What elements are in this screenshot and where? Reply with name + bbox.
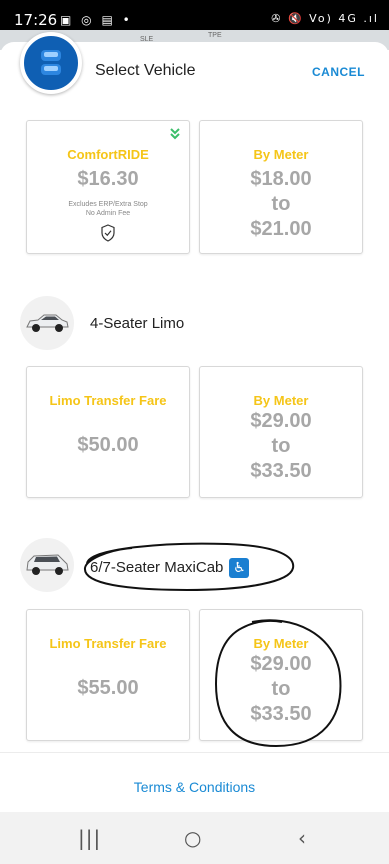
- fare-card-limo-transfer[interactable]: Limo Transfer Fare $55.00: [26, 609, 190, 741]
- map-road-label: TPE: [208, 32, 222, 39]
- fare-card-by-meter[interactable]: By Meter $18.00 to $21.00: [199, 120, 363, 254]
- terms-conditions-link[interactable]: Terms & Conditions: [0, 779, 389, 795]
- vehicle-name-label: 6/7-Seater MaxiCab: [90, 558, 224, 576]
- maxicab-car-icon: [20, 538, 74, 592]
- fare-card-limo-transfer[interactable]: Limo Transfer Fare $50.00: [26, 366, 190, 498]
- page-title: Select Vehicle: [95, 62, 196, 79]
- cancel-button[interactable]: CANCEL: [312, 65, 365, 79]
- notification-icons: ▣ ◎ ▤ •: [60, 13, 133, 27]
- fare-name: By Meter: [253, 393, 309, 408]
- fare-name: Limo Transfer Fare: [49, 636, 167, 651]
- fare-card-comfortride[interactable]: ComfortRIDE $16.30 Excludes ERP/Extra St…: [26, 120, 190, 254]
- fare-price: $16.30: [77, 168, 139, 190]
- fare-name: ComfortRIDE: [67, 147, 149, 162]
- status-time: 17:26: [14, 11, 58, 29]
- fare-price-to: $33.50: [250, 460, 312, 482]
- header: Select Vehicle CANCEL: [0, 32, 389, 106]
- home-icon[interactable]: ○: [184, 826, 201, 850]
- vehicle-name: 4-Seater Limo: [90, 315, 185, 332]
- fare-name: By Meter: [253, 147, 309, 162]
- limo-car-icon: [20, 296, 74, 350]
- fare-price-separator: to: [271, 435, 291, 457]
- fare-price-to: $21.00: [250, 218, 312, 240]
- vehicle-row-4-seater-limo[interactable]: 4-Seater Limo: [20, 296, 380, 352]
- vehicle-options-list[interactable]: ComfortRIDE $16.30 Excludes ERP/Extra St…: [0, 106, 389, 752]
- footer: Terms & Conditions: [0, 752, 389, 813]
- vehicle-row-maxicab[interactable]: 6/7-Seater MaxiCab ♿: [20, 538, 380, 594]
- shield-check-icon: [101, 224, 115, 242]
- fare-name: Limo Transfer Fare: [49, 393, 167, 408]
- fare-price-from: $18.00: [250, 168, 312, 190]
- fare-price-separator: to: [271, 193, 291, 215]
- wheelchair-icon: ♿: [229, 558, 250, 578]
- fare-card-by-meter[interactable]: By Meter $29.00 to $33.50: [199, 366, 363, 498]
- system-status-icons: ✇ 🔇 Vo) 4G .ıl: [271, 12, 379, 25]
- hand-drawn-circle-annotation: [214, 619, 342, 748]
- fare-note: Excludes ERP/Extra Stop: [68, 201, 148, 208]
- recent-apps-icon[interactable]: |||: [78, 826, 101, 850]
- back-icon[interactable]: ‹: [298, 826, 306, 850]
- double-chevron-down-icon: [170, 128, 180, 140]
- vehicle-name: 6/7-Seater MaxiCab ♿: [90, 558, 250, 578]
- system-navigation-bar: ||| ○ ‹: [0, 812, 389, 864]
- fare-price: $55.00: [77, 677, 139, 699]
- fare-note: No Admin Fee: [85, 210, 131, 217]
- fare-price: $50.00: [77, 434, 139, 456]
- taxi-logo-icon: [20, 32, 82, 94]
- fare-price-from: $29.00: [250, 410, 312, 432]
